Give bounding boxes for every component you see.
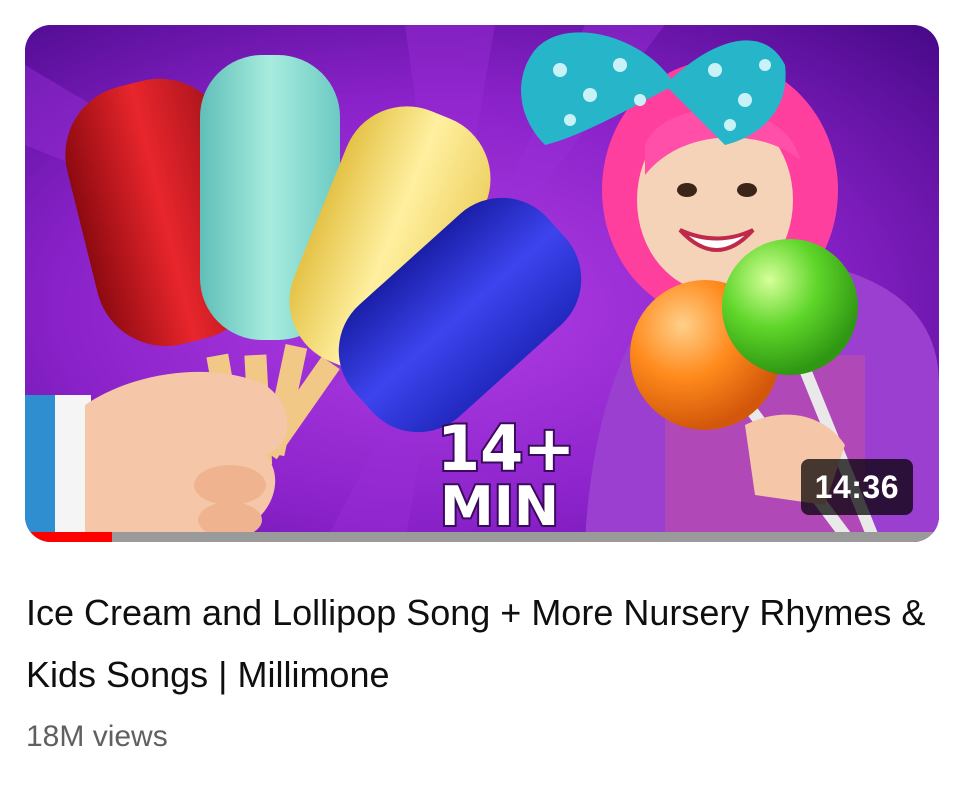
duration-badge: 14:36 bbox=[800, 459, 913, 515]
video-card[interactable]: 14+ MIN 14:36 Ice Cream and Lollipop Son… bbox=[0, 0, 962, 804]
watch-progress-bar bbox=[25, 532, 939, 542]
video-thumbnail[interactable]: 14+ MIN 14:36 bbox=[25, 25, 939, 542]
video-title[interactable]: Ice Cream and Lollipop Song + More Nurse… bbox=[26, 582, 926, 706]
thumbnail-text-min: MIN bbox=[440, 475, 559, 538]
view-count: 18M views bbox=[26, 720, 168, 753]
watch-progress-fill bbox=[25, 532, 112, 542]
